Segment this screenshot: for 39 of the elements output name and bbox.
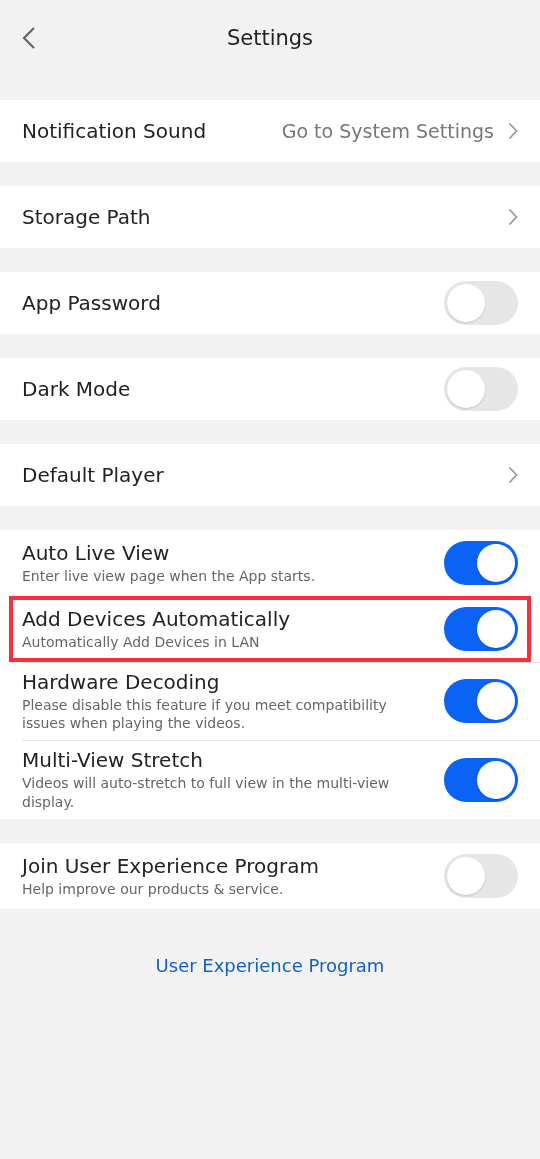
setting-label: Add Devices Automatically [22,606,292,631]
back-icon[interactable] [22,26,36,50]
toggle-switch[interactable] [444,281,518,325]
setting-row[interactable]: App Password [0,272,540,334]
toggle-switch[interactable] [444,607,518,651]
setting-label: Dark Mode [22,377,132,401]
setting-label: App Password [22,291,162,315]
setting-label: Multi-View Stretch [22,748,204,773]
setting-row[interactable]: Dark Mode [0,358,540,420]
setting-label: Default Player [22,463,165,487]
setting-row[interactable]: Notification Sound Go to System Settings [0,100,540,162]
chevron-right-icon [508,122,518,140]
chevron-right-icon [508,208,518,226]
toggle-switch[interactable] [444,853,518,898]
toggle-switch[interactable] [444,541,518,585]
setting-label: Storage Path [22,205,152,229]
setting-label: Auto Live View [22,540,171,565]
setting-description: Videos will auto-stretch to full view in the multi-view display. [22,774,391,811]
setting-row[interactable]: Join User Experience Program Help improve our products & service. [0,842,540,909]
setting-value: Go to System Settings [281,120,494,142]
setting-label: Join User Experience Program [22,853,320,878]
setting-row[interactable]: Storage Path [0,186,540,248]
setting-row[interactable]: Hardware Decoding Please disable this feature if you meet compatibility issues when playing the videos. [0,662,540,741]
setting-row[interactable]: Multi-View Stretch Videos will auto-stretch to full view in the multi-view display. [0,740,540,819]
setting-description: Automatically Add Devices in LAN [22,632,261,652]
setting-label: Hardware Decoding [22,670,221,694]
setting-row[interactable]: Default Player [0,444,540,506]
toggle-switch[interactable] [444,757,518,802]
setting-row[interactable]: Auto Live View Enter live view page when the App starts. [0,530,540,596]
setting-description: Help improve our products & service. [22,879,285,898]
chevron-right-icon [508,466,518,484]
setting-description: Please disable this feature if you meet compatibility issues when playing the videos. [22,696,388,733]
page-title: Settings [226,26,314,50]
toggle-switch[interactable] [444,679,518,724]
highlighted-setting-row[interactable]: Add Devices Automatically Automatically Add Devices in LAN [9,596,531,662]
toggle-switch[interactable] [444,367,518,411]
setting-description: Enter live view page when the App starts. [22,566,317,586]
user-experience-link[interactable]: User Experience Program [155,954,385,976]
setting-label: Notification Sound [22,119,208,143]
